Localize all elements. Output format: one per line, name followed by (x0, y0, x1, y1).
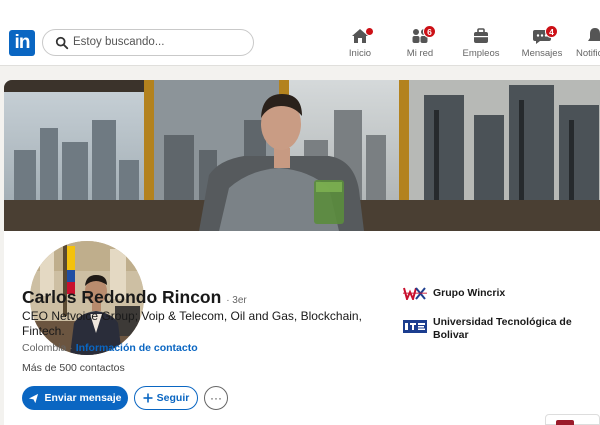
company-label-utb: Universidad Tecnológica de Bolivar (433, 316, 572, 341)
nav-label-jobs: Empleos (462, 48, 500, 59)
messaging-badge: 4 (545, 25, 558, 38)
connection-degree: · 3er (226, 295, 247, 306)
profile-name: Carlos Redondo Rincon · 3er (22, 287, 247, 308)
connections-count[interactable]: Más de 500 contactos (22, 362, 125, 374)
location-separator: · (66, 342, 76, 354)
send-message-button[interactable]: Enviar mensaje (22, 386, 128, 410)
company-label-wincrix: Grupo Wincrix (433, 287, 506, 299)
network-badge: 6 (423, 25, 436, 38)
education-utb[interactable]: Universidad Tecnológica de Bolivar (403, 316, 593, 342)
messaging-panel-indicator (556, 420, 574, 425)
company-grupo-wincrix[interactable]: Grupo Wincrix (403, 287, 593, 300)
contact-info-link[interactable]: Información de contacto (76, 342, 198, 354)
search-icon (55, 36, 69, 50)
plus-icon (143, 393, 153, 403)
send-icon (29, 393, 39, 403)
follow-button[interactable]: Seguir (134, 386, 198, 410)
wincrix-logo-icon (403, 287, 427, 300)
profile-name-text: Carlos Redondo Rincon (22, 287, 222, 307)
nav-label-messaging: Mensajes (521, 48, 563, 59)
utb-logo-icon (403, 320, 427, 333)
nav-item-home[interactable]: Inicio (330, 26, 390, 59)
cover-photo-image (4, 80, 600, 231)
linkedin-logo-icon[interactable]: in (9, 30, 35, 56)
nav-item-messaging[interactable]: 4 Mensajes (512, 25, 572, 59)
search-input[interactable]: Estoy buscando... (42, 29, 254, 56)
nav-label-network: Mi red (406, 48, 434, 59)
more-actions-button[interactable]: ··· (204, 386, 228, 410)
bell-icon (588, 28, 600, 41)
profile-location-row: Colombia · Información de contacto (22, 342, 198, 354)
search-placeholder: Estoy buscando... (73, 36, 165, 48)
home-notification-dot (365, 27, 374, 36)
nav-label-notifications: Notific (576, 48, 600, 59)
cover-photo (4, 80, 600, 231)
nav-item-notifications[interactable]: Notific (565, 26, 600, 59)
browser-top-strip (0, 0, 600, 20)
briefcase-icon (474, 28, 488, 43)
follow-label: Seguir (156, 392, 190, 404)
profile-card: Carlos Redondo Rincon · 3er CEO Netvoice… (4, 80, 600, 425)
profile-location: Colombia (22, 342, 67, 354)
top-navbar: in Estoy buscando... Inicio 6 Mi red Emp (0, 20, 600, 66)
nav-label-home: Inicio (348, 48, 372, 59)
nav-item-network[interactable]: 6 Mi red (390, 25, 450, 59)
nav-item-jobs[interactable]: Empleos (451, 26, 511, 59)
send-message-label: Enviar mensaje (44, 392, 122, 404)
profile-headline: CEO Netvoice Group; Voip & Telecom, Oil … (22, 309, 362, 338)
